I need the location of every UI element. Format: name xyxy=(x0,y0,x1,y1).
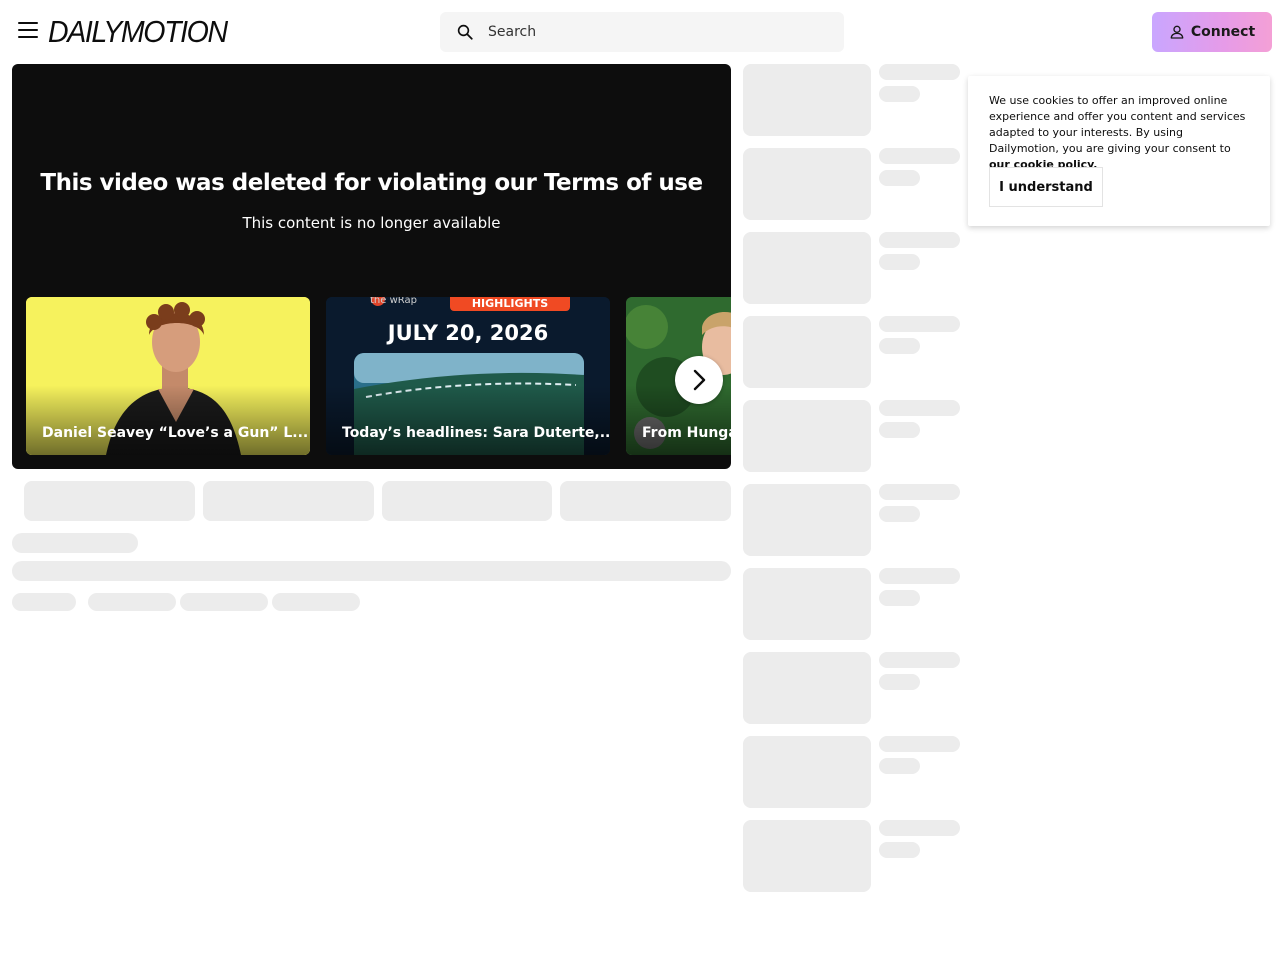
search-input[interactable]: Search xyxy=(440,12,844,52)
deleted-message-subtitle: This content is no longer available xyxy=(242,214,501,232)
skeleton-text-line xyxy=(12,561,731,581)
skeleton-text-line xyxy=(879,148,960,164)
skeleton-thumbnail xyxy=(743,652,871,724)
cookie-banner: We use cookies to offer an improved onli… xyxy=(968,76,1270,226)
cookie-message: We use cookies to offer an improved onli… xyxy=(989,93,1255,173)
accept-cookies-button[interactable]: I understand xyxy=(989,167,1103,207)
carousel-card[interactable]: Daniel Seavey “Love’s a Gun” L... xyxy=(26,297,310,455)
search-icon xyxy=(457,24,473,40)
skeleton-text-line xyxy=(879,254,920,270)
connect-button[interactable]: Connect xyxy=(1152,12,1272,52)
skeleton-text-line xyxy=(879,842,920,858)
skeleton-text-line xyxy=(879,484,960,500)
skeleton-tag xyxy=(88,593,176,611)
carousel-card[interactable]: the wRap HIGHLIGHTS JULY 20, 2026 Today’… xyxy=(326,297,610,455)
skeleton-text-line xyxy=(879,316,960,332)
skeleton-text-line xyxy=(879,400,960,416)
skeleton-text-line xyxy=(879,568,960,584)
skeleton-text-line xyxy=(879,674,920,690)
skeleton-thumbnail xyxy=(743,484,871,556)
skeleton-thumbnail xyxy=(743,568,871,640)
skeleton-thumbnail xyxy=(743,148,871,220)
skeleton-thumbnail xyxy=(743,400,871,472)
skeleton-text-line xyxy=(879,232,960,248)
skeleton-text-line xyxy=(879,590,920,606)
skeleton-tag xyxy=(180,593,268,611)
user-icon xyxy=(1170,25,1184,39)
skeleton-action-button xyxy=(203,481,374,521)
skeleton-tag xyxy=(12,593,76,611)
skeleton-text-line xyxy=(879,820,960,836)
brand-label: the wRap xyxy=(370,297,417,306)
skeleton-thumbnail xyxy=(743,232,871,304)
skeleton-action-button xyxy=(24,481,195,521)
skeleton-thumbnail xyxy=(743,736,871,808)
skeleton-text-line xyxy=(879,64,960,80)
skeleton-thumbnail xyxy=(743,64,871,136)
search-placeholder: Search xyxy=(488,24,537,40)
skeleton-text-line xyxy=(879,170,920,186)
skeleton-text-line xyxy=(879,422,920,438)
skeleton-text-line xyxy=(12,533,138,553)
skeleton-tag xyxy=(272,593,360,611)
dailymotion-logo[interactable]: DAILYMOTION xyxy=(48,12,228,52)
skeleton-action-button xyxy=(560,481,731,521)
thumbnail-date: JULY 20, 2026 xyxy=(387,321,549,345)
skeleton-text-line xyxy=(879,506,920,522)
skeleton-text-line xyxy=(879,758,920,774)
skeleton-text-line xyxy=(879,736,960,752)
skeleton-text-line xyxy=(879,86,920,102)
carousel-card-title: From Hunga xyxy=(642,425,731,441)
skeleton-action-button xyxy=(382,481,552,521)
cookie-text: We use cookies to offer an improved onli… xyxy=(989,94,1246,155)
carousel-next-button[interactable] xyxy=(675,356,723,404)
highlights-badge: HIGHLIGHTS xyxy=(450,297,570,311)
video-player: This video was deleted for violating our… xyxy=(12,64,731,469)
skeleton-text-line xyxy=(879,652,960,668)
carousel-card-title: Daniel Seavey “Love’s a Gun” L... xyxy=(42,425,309,441)
connect-label: Connect xyxy=(1190,24,1256,40)
chevron-right-icon xyxy=(693,369,706,391)
skeleton-thumbnail xyxy=(743,820,871,892)
carousel-card-title: Today’s headlines: Sara Duterte,... xyxy=(342,425,610,441)
hamburger-menu-icon[interactable] xyxy=(18,22,38,40)
skeleton-text-line xyxy=(879,338,920,354)
deleted-message-title: This video was deleted for violating our… xyxy=(40,170,703,196)
skeleton-thumbnail xyxy=(743,316,871,388)
